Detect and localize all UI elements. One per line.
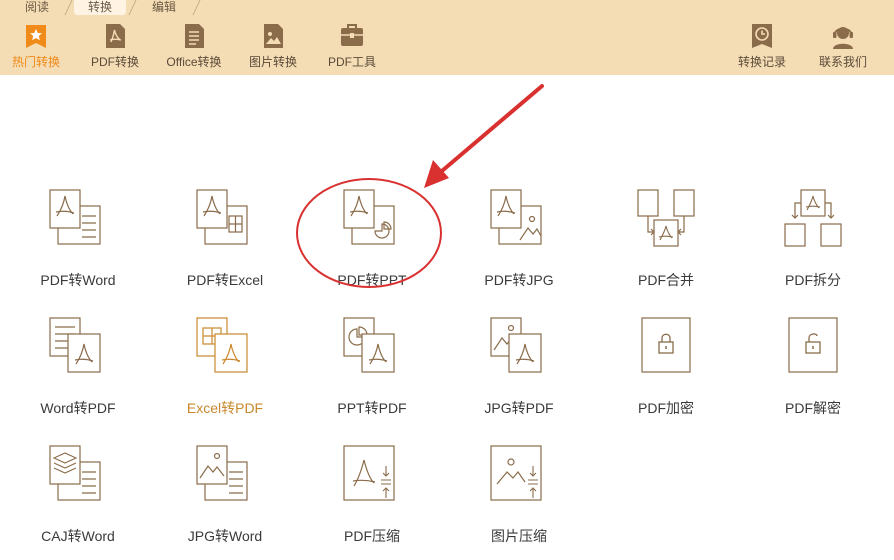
tool-label: PDF转换 <box>90 55 139 69</box>
grid-item-label: CAJ转Word <box>41 528 115 544</box>
grid-item-label: Word转PDF <box>40 400 116 416</box>
pdf-to-ppt-icon <box>343 189 395 245</box>
jpg-to-word-item[interactable]: JPG转Word <box>165 442 285 552</box>
pdf-to-excel-icon <box>196 189 248 245</box>
pdf-to-ppt-item[interactable]: PDF转PPT <box>312 186 432 296</box>
tool-office-convert[interactable]: Office转换 <box>159 22 229 72</box>
arrow-shaft <box>434 84 544 178</box>
pdf-to-word-icon <box>49 189 101 245</box>
pdf-file-icon <box>106 24 125 48</box>
image-file-icon <box>264 24 283 48</box>
tab-edit[interactable]: 编辑 <box>138 0 190 15</box>
ppt-to-pdf-icon <box>343 317 395 373</box>
grid-item-label: PDF解密 <box>785 400 841 416</box>
tool-hot-convert[interactable]: 热门转换 <box>1 22 71 72</box>
tool-label: 联系我们 <box>818 55 867 69</box>
tool-label: 转换记录 <box>737 55 786 69</box>
pdf-encrypt-item[interactable]: PDF加密 <box>606 314 726 424</box>
pdf-to-jpg-icon <box>490 189 542 245</box>
merge-icon <box>637 189 695 247</box>
split-icon <box>784 189 842 247</box>
document-icon <box>185 24 204 48</box>
toolbar: 阅读 转换 编辑 热门转换 PDF转换 Office转换 图片转换 PDF工具 … <box>0 0 894 75</box>
grid-item-label: PPT转PDF <box>337 400 407 416</box>
tool-contact-us[interactable]: 联系我们 <box>808 22 878 72</box>
grid-item-label: PDF转JPG <box>484 272 554 288</box>
grid-item-label: 图片压缩 <box>491 528 547 544</box>
excel-to-pdf-icon <box>196 317 248 373</box>
word-to-pdf-icon <box>49 317 101 373</box>
arrow-head <box>424 160 449 188</box>
excel-to-pdf-item[interactable]: Excel转PDF <box>165 314 285 424</box>
briefcase-icon <box>341 24 363 46</box>
tool-pdf-tools[interactable]: PDF工具 <box>317 22 387 72</box>
pdf-decrypt-item[interactable]: PDF解密 <box>753 314 873 424</box>
grid-item-label: JPG转PDF <box>484 400 554 416</box>
tab-separator <box>128 0 137 15</box>
tab-strip: 阅读 转换 编辑 <box>0 0 894 15</box>
tool-convert-history[interactable]: 转换记录 <box>727 22 797 72</box>
grid-item-label: PDF转Excel <box>186 272 264 288</box>
image-compress-item[interactable]: 图片压缩 <box>459 442 579 552</box>
grid-item-label: PDF合并 <box>638 272 694 288</box>
tab-separator <box>192 0 201 15</box>
grid-item-label: PDF转PPT <box>337 272 407 288</box>
tool-label: 图片转换 <box>248 55 297 69</box>
unlock-icon <box>788 317 838 373</box>
grid-item-label: PDF转Word <box>40 272 116 288</box>
tab-separator <box>64 0 73 15</box>
pdf-to-word-item[interactable]: PDF转Word <box>18 186 138 296</box>
star-icon <box>26 25 46 48</box>
image-compress-icon <box>490 445 542 501</box>
grid-item-label: PDF加密 <box>638 400 694 416</box>
lock-icon <box>641 317 691 373</box>
tab-read[interactable]: 阅读 <box>12 0 62 15</box>
word-to-pdf-item[interactable]: Word转PDF <box>18 314 138 424</box>
clock-icon <box>752 24 772 48</box>
caj-to-word-icon <box>49 445 101 501</box>
pdf-compress-icon <box>343 445 395 501</box>
grid-item-label: PDF拆分 <box>785 272 841 288</box>
caj-to-word-item[interactable]: CAJ转Word <box>18 442 138 552</box>
pdf-merge-item[interactable]: PDF合并 <box>606 186 726 296</box>
grid-item-label: PDF压缩 <box>344 528 400 544</box>
tab-convert[interactable]: 转换 <box>74 0 126 15</box>
tool-label: Office转换 <box>166 55 222 69</box>
tool-label: 热门转换 <box>11 55 60 69</box>
grid-item-label: Excel转PDF <box>186 400 264 416</box>
pdf-to-excel-item[interactable]: PDF转Excel <box>165 186 285 296</box>
tool-image-convert[interactable]: 图片转换 <box>238 22 308 72</box>
tool-label: PDF工具 <box>327 55 376 69</box>
pdf-compress-item[interactable]: PDF压缩 <box>312 442 432 552</box>
jpg-to-pdf-item[interactable]: JPG转PDF <box>459 314 579 424</box>
grid-item-label: JPG转Word <box>187 528 263 544</box>
ppt-to-pdf-item[interactable]: PPT转PDF <box>312 314 432 424</box>
tool-pdf-convert[interactable]: PDF转换 <box>80 22 150 72</box>
pdf-split-item[interactable]: PDF拆分 <box>753 186 873 296</box>
pdf-to-jpg-item[interactable]: PDF转JPG <box>459 186 579 296</box>
jpg-to-pdf-icon <box>490 317 542 373</box>
headset-icon <box>833 27 853 49</box>
jpg-to-word-icon <box>196 445 248 501</box>
